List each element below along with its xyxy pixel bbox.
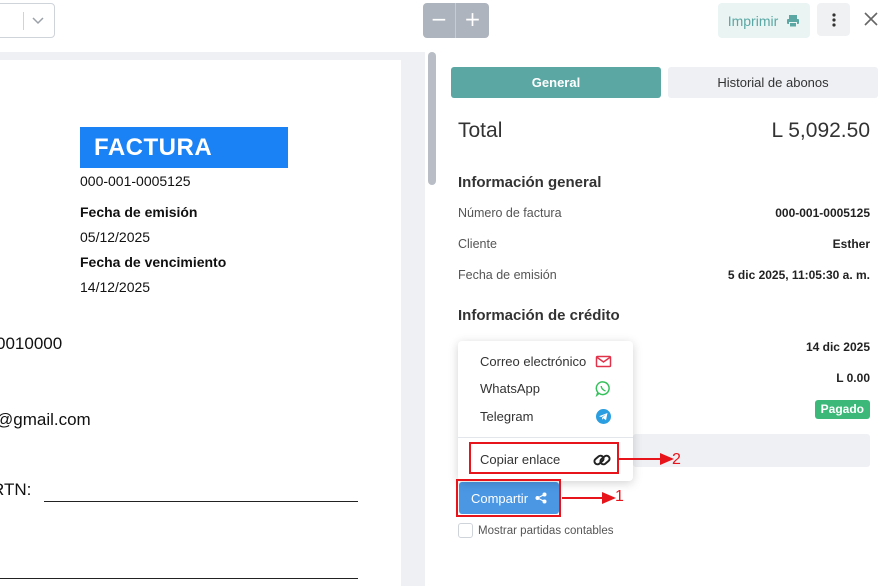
client-label: Cliente	[458, 237, 497, 251]
show-accounting-row: Mostrar partidas contables	[458, 523, 614, 538]
select-separator	[23, 12, 24, 30]
invoice-number: 000-001-0005125	[80, 173, 191, 189]
close-icon[interactable]	[862, 10, 880, 28]
document-select[interactable]	[0, 3, 55, 38]
preview-scrollbar-thumb[interactable]	[428, 52, 436, 185]
printer-icon	[787, 14, 800, 27]
menu-divider	[458, 437, 633, 438]
print-label: Imprimir	[727, 12, 779, 29]
total-value: L 5,092.50	[771, 119, 870, 142]
balance-value: L 0.00	[836, 371, 870, 385]
menu-item-telegram[interactable]: Telegram	[480, 409, 533, 424]
credit-info-title: Información de crédito	[458, 307, 620, 324]
print-button[interactable]: Imprimir	[718, 3, 810, 38]
email-icon	[595, 355, 612, 368]
annotation-box-share	[456, 479, 561, 517]
due-date-info-value: 14 dic 2025	[805, 340, 870, 354]
vertical-dots-icon	[831, 12, 836, 27]
annotation-box-copy-link	[469, 442, 619, 474]
invoice-number-label: Número de factura	[458, 206, 562, 220]
invoice-page: FACTURA 000-001-0005125 Fecha de emisión…	[0, 60, 401, 586]
telegram-icon	[596, 409, 611, 424]
top-toolbar: − + Imprimir	[0, 0, 891, 52]
document-preview-area: FACTURA 000-001-0005125 Fecha de emisión…	[0, 52, 425, 586]
annotation-arrow-1	[562, 492, 616, 504]
due-date-label: Fecha de vencimiento	[80, 254, 227, 270]
issue-date-label: Fecha de emisión	[80, 204, 198, 220]
rtn-label: RTN:	[0, 480, 32, 499]
annotation-arrow-2	[618, 453, 674, 465]
rtn-line	[44, 501, 358, 502]
due-date-value: 14/12/2025	[80, 279, 151, 295]
client-id-partial: 0010000	[0, 334, 63, 353]
invoice-number-value: 000-001-0005125	[775, 206, 870, 220]
chevron-down-icon	[32, 17, 44, 25]
total-label: Total	[458, 119, 503, 142]
whatsapp-icon	[595, 381, 610, 397]
issue-date-value: 05/12/2025	[80, 229, 151, 245]
annotation-number-2: 2	[672, 451, 681, 468]
zoom-out-button[interactable]: −	[423, 3, 456, 38]
menu-item-whatsapp[interactable]: WhatsApp	[480, 381, 540, 396]
client-value: Esther	[832, 237, 870, 251]
show-accounting-label: Mostrar partidas contables	[478, 524, 614, 537]
issue-date-info-label: Fecha de emisión	[458, 268, 557, 282]
show-accounting-checkbox[interactable]	[458, 523, 473, 538]
tab-general[interactable]: General	[451, 67, 661, 98]
annotation-number-1: 1	[615, 488, 624, 505]
zoom-in-button[interactable]: +	[456, 3, 489, 38]
signature-line	[0, 578, 358, 579]
invoice-title: FACTURA	[80, 127, 288, 168]
issue-date-info-value: 5 dic 2025, 11:05:30 a. m.	[727, 268, 870, 282]
zoom-controls: − +	[423, 3, 489, 38]
general-info-title: Información general	[458, 174, 602, 191]
client-email-partial: @gmail.com	[0, 410, 91, 429]
menu-item-email[interactable]: Correo electrónico	[480, 354, 586, 369]
status-badge: Pagado	[814, 400, 870, 419]
tab-payment-history[interactable]: Historial de abonos	[668, 67, 878, 98]
more-options-button[interactable]	[817, 3, 850, 36]
